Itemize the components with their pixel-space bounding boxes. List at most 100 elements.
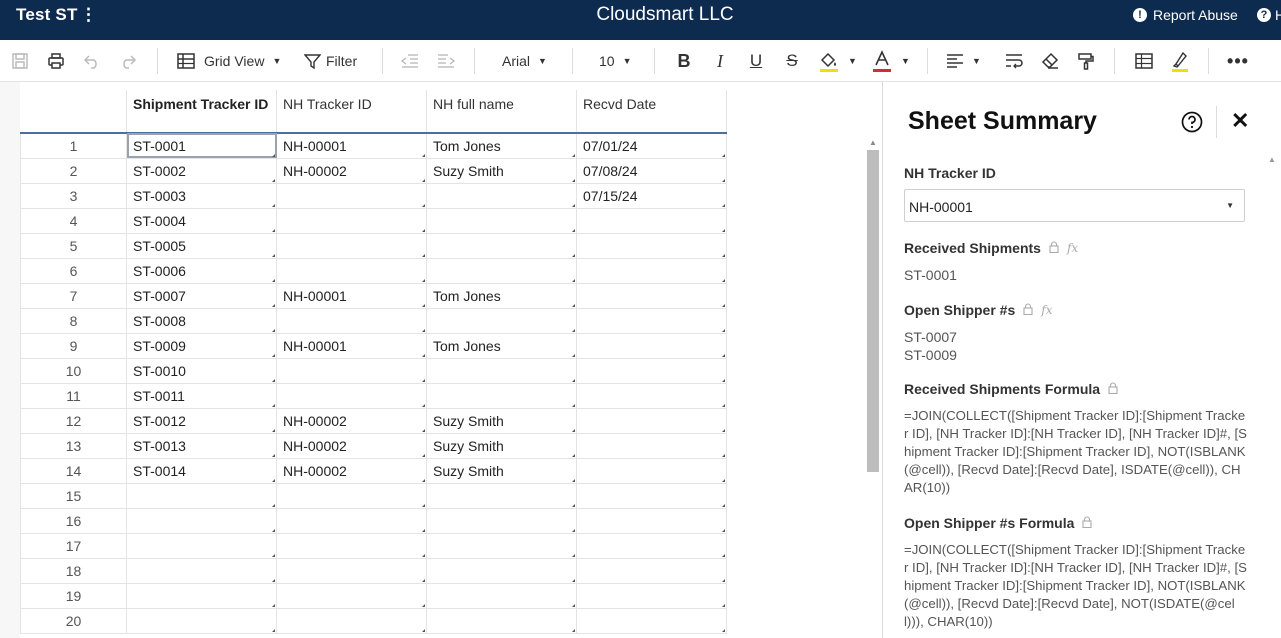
nh-full-name-cell[interactable] (426, 232, 577, 259)
grid-view-dropdown[interactable]: Grid View ▼ (177, 49, 287, 73)
wrap-text-icon[interactable] (1004, 49, 1024, 73)
recvd-date-cell[interactable] (576, 482, 727, 509)
indent-icon[interactable] (436, 49, 456, 73)
scroll-up-icon[interactable]: ▲ (869, 138, 877, 147)
scrollbar-thumb[interactable] (867, 150, 879, 472)
recvd-date-cell[interactable] (576, 507, 727, 534)
shipment-tracker-id-cell[interactable] (126, 582, 277, 609)
nh-full-name-cell[interactable] (426, 607, 577, 634)
nh-tracker-id-cell[interactable]: NH-00002 (276, 157, 427, 184)
nh-tracker-id-cell[interactable] (276, 557, 427, 584)
nh-tracker-id-cell[interactable] (276, 257, 427, 284)
nh-full-name-cell[interactable] (426, 507, 577, 534)
nh-tracker-id-cell[interactable] (276, 507, 427, 534)
outdent-icon[interactable] (400, 49, 420, 73)
underline-icon[interactable]: U (746, 49, 766, 73)
shipment-tracker-id-cell[interactable]: ST-0001 (126, 132, 277, 159)
nh-tracker-select[interactable]: NH-00001 ▼ (904, 189, 1245, 222)
nh-full-name-cell[interactable] (426, 357, 577, 384)
recvd-date-cell[interactable] (576, 607, 727, 634)
grid-lines-icon[interactable] (1134, 49, 1154, 73)
italic-icon[interactable]: I (710, 49, 730, 73)
nh-full-name-cell[interactable]: Tom Jones (426, 332, 577, 359)
shipment-tracker-id-cell[interactable]: ST-0009 (126, 332, 277, 359)
shipment-tracker-id-cell[interactable]: ST-0014 (126, 457, 277, 484)
nh-full-name-cell[interactable] (426, 207, 577, 234)
report-abuse-link[interactable]: ! Report Abuse (1133, 7, 1238, 23)
nh-tracker-id-cell[interactable] (276, 357, 427, 384)
recvd-date-cell[interactable]: 07/15/24 (576, 182, 727, 209)
shipment-tracker-id-cell[interactable] (126, 532, 277, 559)
clear-format-icon[interactable] (1040, 49, 1060, 73)
shipment-tracker-id-cell[interactable]: ST-0010 (126, 357, 277, 384)
shipment-tracker-id-cell[interactable]: ST-0004 (126, 207, 277, 234)
shipment-tracker-id-cell[interactable]: ST-0002 (126, 157, 277, 184)
nh-full-name-cell[interactable]: Suzy Smith (426, 457, 577, 484)
recvd-date-cell[interactable] (576, 407, 727, 434)
nh-tracker-id-cell[interactable] (276, 482, 427, 509)
nh-full-name-cell[interactable]: Suzy Smith (426, 157, 577, 184)
recvd-date-cell[interactable] (576, 332, 727, 359)
shipment-tracker-id-cell[interactable]: ST-0013 (126, 432, 277, 459)
save-icon[interactable] (10, 49, 30, 73)
recvd-date-cell[interactable] (576, 207, 727, 234)
nh-full-name-cell[interactable]: Tom Jones (426, 132, 577, 159)
redo-icon[interactable] (118, 49, 138, 73)
recvd-date-cell[interactable] (576, 382, 727, 409)
recvd-date-cell[interactable] (576, 357, 727, 384)
filter-button[interactable]: Filter (304, 49, 364, 73)
recvd-date-cell[interactable] (576, 307, 727, 334)
shipment-tracker-id-cell[interactable]: ST-0008 (126, 307, 277, 334)
nh-tracker-id-cell[interactable] (276, 232, 427, 259)
nh-full-name-cell[interactable] (426, 307, 577, 334)
recvd-date-cell[interactable] (576, 432, 727, 459)
nh-tracker-id-cell[interactable]: NH-00002 (276, 457, 427, 484)
panel-scroll-up-icon[interactable]: ▲ (1268, 155, 1276, 164)
nh-tracker-id-cell[interactable]: NH-00002 (276, 432, 427, 459)
nh-tracker-id-cell[interactable]: NH-00001 (276, 132, 427, 159)
print-icon[interactable] (46, 49, 66, 73)
column-header-nh-full-name[interactable]: NH full name (426, 90, 577, 134)
help-link[interactable]: ? H (1257, 7, 1281, 23)
nh-full-name-cell[interactable] (426, 582, 577, 609)
shipment-tracker-id-cell[interactable]: ST-0007 (126, 282, 277, 309)
close-icon[interactable]: ✕ (1231, 110, 1249, 132)
nh-full-name-cell[interactable] (426, 182, 577, 209)
nh-tracker-id-cell[interactable] (276, 532, 427, 559)
nh-full-name-cell[interactable]: Tom Jones (426, 282, 577, 309)
recvd-date-cell[interactable] (576, 232, 727, 259)
text-color-button[interactable]: ▼ (871, 49, 915, 73)
nh-full-name-cell[interactable]: Suzy Smith (426, 407, 577, 434)
vertical-scrollbar[interactable]: ▲ (866, 138, 879, 638)
nh-tracker-id-cell[interactable] (276, 182, 427, 209)
shipment-tracker-id-cell[interactable] (126, 607, 277, 634)
nh-tracker-id-cell[interactable] (276, 607, 427, 634)
nh-full-name-cell[interactable] (426, 482, 577, 509)
fill-color-button[interactable]: ▼ (818, 49, 862, 73)
recvd-date-cell[interactable] (576, 582, 727, 609)
nh-tracker-id-cell[interactable] (276, 582, 427, 609)
shipment-tracker-id-cell[interactable]: ST-0003 (126, 182, 277, 209)
nh-tracker-id-cell[interactable] (276, 207, 427, 234)
shipment-tracker-id-cell[interactable] (126, 482, 277, 509)
align-dropdown[interactable]: ▼ (946, 49, 990, 73)
shipment-tracker-id-cell[interactable] (126, 557, 277, 584)
column-header-shipment-tracker-id[interactable]: Shipment Tracker ID (126, 90, 277, 134)
nh-full-name-cell[interactable] (426, 382, 577, 409)
nh-tracker-id-cell[interactable] (276, 307, 427, 334)
nh-tracker-id-cell[interactable] (276, 382, 427, 409)
shipment-tracker-id-cell[interactable]: ST-0011 (126, 382, 277, 409)
shipment-tracker-id-cell[interactable] (126, 507, 277, 534)
nh-full-name-cell[interactable] (426, 532, 577, 559)
nh-tracker-id-cell[interactable]: NH-00002 (276, 407, 427, 434)
recvd-date-cell[interactable] (576, 257, 727, 284)
bold-icon[interactable]: B (674, 49, 694, 73)
column-header-nh-tracker-id[interactable]: NH Tracker ID (276, 90, 427, 134)
nh-tracker-id-cell[interactable]: NH-00001 (276, 282, 427, 309)
nh-full-name-cell[interactable] (426, 257, 577, 284)
format-painter-icon[interactable] (1076, 49, 1096, 73)
nh-tracker-id-cell[interactable]: NH-00001 (276, 332, 427, 359)
undo-icon[interactable] (82, 49, 102, 73)
highlight-icon[interactable] (1170, 49, 1190, 73)
nh-full-name-cell[interactable]: Suzy Smith (426, 432, 577, 459)
